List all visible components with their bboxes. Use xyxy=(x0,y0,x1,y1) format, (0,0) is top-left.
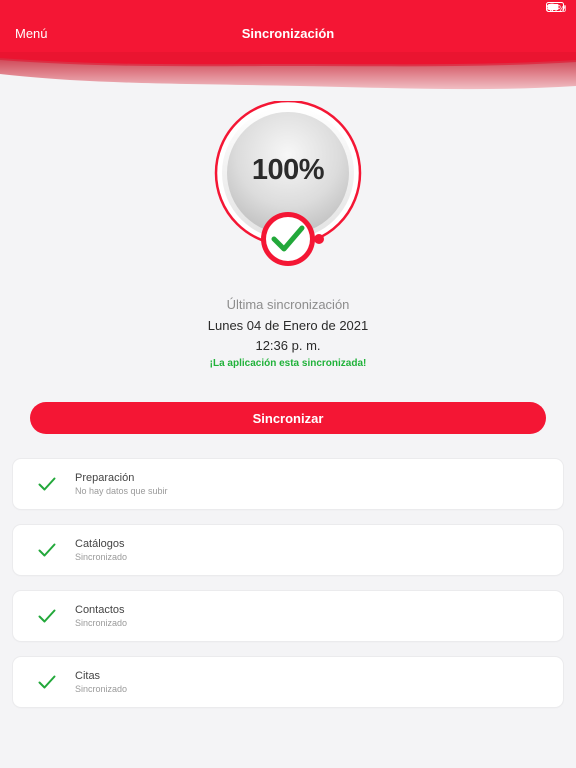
sync-item-title: Preparación xyxy=(75,472,135,484)
check-icon xyxy=(38,477,56,491)
sync-item-title: Citas xyxy=(75,670,101,682)
check-icon xyxy=(38,543,56,557)
sync-item-contactos: Contactos Sincronizado xyxy=(13,591,563,641)
sync-status-message: ¡La aplicación esta sincronizada! xyxy=(209,358,367,369)
sync-button[interactable]: Sincronizar xyxy=(30,402,546,434)
sync-item-status: Sincronizado xyxy=(75,618,128,628)
sync-item-status: Sincronizado xyxy=(75,552,128,562)
last-sync-date: Lunes 04 de Enero de 2021 xyxy=(207,318,369,333)
top-bar: 68% Menú Sincronización xyxy=(0,0,576,92)
sync-item-status: No hay datos que subir xyxy=(75,486,168,496)
status-bar: 68% xyxy=(545,2,566,16)
progress-percent: 100% xyxy=(251,154,325,186)
sync-item-status: Sincronizado xyxy=(75,684,128,694)
sync-item-citas: Citas Sincronizado xyxy=(13,657,563,707)
check-icon xyxy=(38,675,56,689)
menu-button[interactable]: Menú xyxy=(15,26,48,41)
sync-info: Última sincronización Lunes 04 de Enero … xyxy=(0,296,576,369)
last-sync-time: 12:36 p. m. xyxy=(255,338,321,353)
sync-item-title: Catálogos xyxy=(75,538,125,550)
sync-item-title: Contactos xyxy=(75,604,125,616)
sync-item-catalogos: Catálogos Sincronizado xyxy=(13,525,563,575)
sync-item-preparacion: Preparación No hay datos que subir xyxy=(13,459,563,509)
check-icon xyxy=(38,609,56,623)
battery-icon xyxy=(545,2,566,12)
header-background xyxy=(0,0,576,90)
last-sync-label: Última sincronización xyxy=(226,297,350,312)
